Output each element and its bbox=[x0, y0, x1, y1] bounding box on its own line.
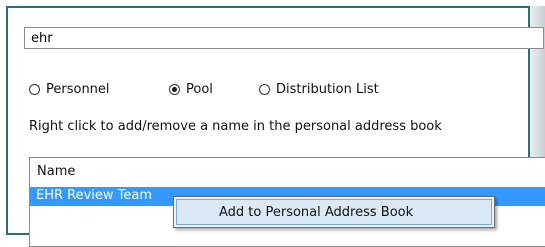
radio-personnel[interactable]: Personnel bbox=[29, 80, 110, 98]
radio-distribution-list-label: Distribution List bbox=[276, 81, 379, 97]
radio-distribution-list[interactable]: Distribution List bbox=[259, 80, 379, 98]
radio-pool-circle[interactable] bbox=[169, 83, 180, 95]
radio-personnel-label: Personnel bbox=[46, 81, 110, 97]
radio-personnel-circle[interactable] bbox=[29, 83, 40, 95]
radio-pool[interactable]: Pool bbox=[169, 80, 213, 98]
search-input[interactable] bbox=[24, 27, 544, 49]
radio-distribution-list-circle[interactable] bbox=[259, 83, 270, 95]
menu-item-add-to-personal-address-book[interactable]: Add to Personal Address Book bbox=[176, 199, 492, 225]
instruction-text: Right click to add/remove a name in the … bbox=[29, 119, 442, 134]
radio-pool-label: Pool bbox=[186, 81, 213, 97]
type-radio-group: Personnel Pool Distribution List bbox=[29, 80, 469, 98]
column-header-name[interactable]: Name bbox=[30, 158, 545, 184]
context-menu: Add to Personal Address Book bbox=[173, 196, 495, 228]
